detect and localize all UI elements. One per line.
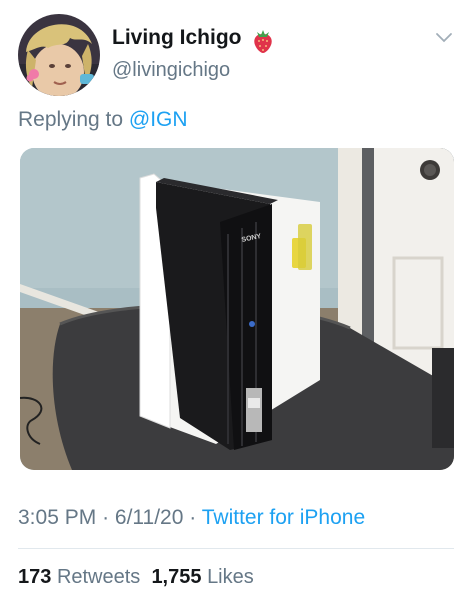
tweet-time[interactable]: 3:05 PM xyxy=(18,506,96,529)
tweet-photo[interactable]: SONY xyxy=(20,148,454,470)
reply-prefix: Replying to xyxy=(18,108,124,131)
reply-context: Replying to @IGN xyxy=(18,108,188,132)
avatar[interactable] xyxy=(18,14,100,96)
retweets-label: Retweets xyxy=(56,566,141,588)
tweet-card: Living Ichigo @livingichigo Replying to … xyxy=(0,0,474,596)
reply-to-link[interactable]: @IGN xyxy=(129,108,188,131)
engagement-stats: 173 Retweets 1,755 Likes xyxy=(18,566,254,589)
likes-label: Likes xyxy=(207,566,254,588)
avatar-image xyxy=(18,14,100,96)
retweets-stat[interactable]: 173 Retweets xyxy=(18,566,140,588)
user-handle[interactable]: @livingichigo xyxy=(112,59,230,82)
meta-separator: · xyxy=(102,506,110,529)
photo-ps2-binder: SONY xyxy=(20,148,454,470)
likes-count: 1,755 xyxy=(151,566,202,588)
stats-divider xyxy=(18,548,454,549)
tweet-source-link[interactable]: Twitter for iPhone xyxy=(202,506,365,529)
chevron-down-icon[interactable] xyxy=(435,32,453,44)
meta-separator-2: · xyxy=(189,506,197,529)
tweet-timestamp-row: 3:05 PM · 6/11/20 · Twitter for iPhone xyxy=(18,506,365,530)
likes-stat[interactable]: 1,755 Likes xyxy=(151,566,253,588)
display-name[interactable]: Living Ichigo xyxy=(112,26,242,50)
tweet-date[interactable]: 6/11/20 xyxy=(115,506,184,529)
strawberry-icon xyxy=(254,30,272,53)
retweets-count: 173 xyxy=(18,566,52,588)
